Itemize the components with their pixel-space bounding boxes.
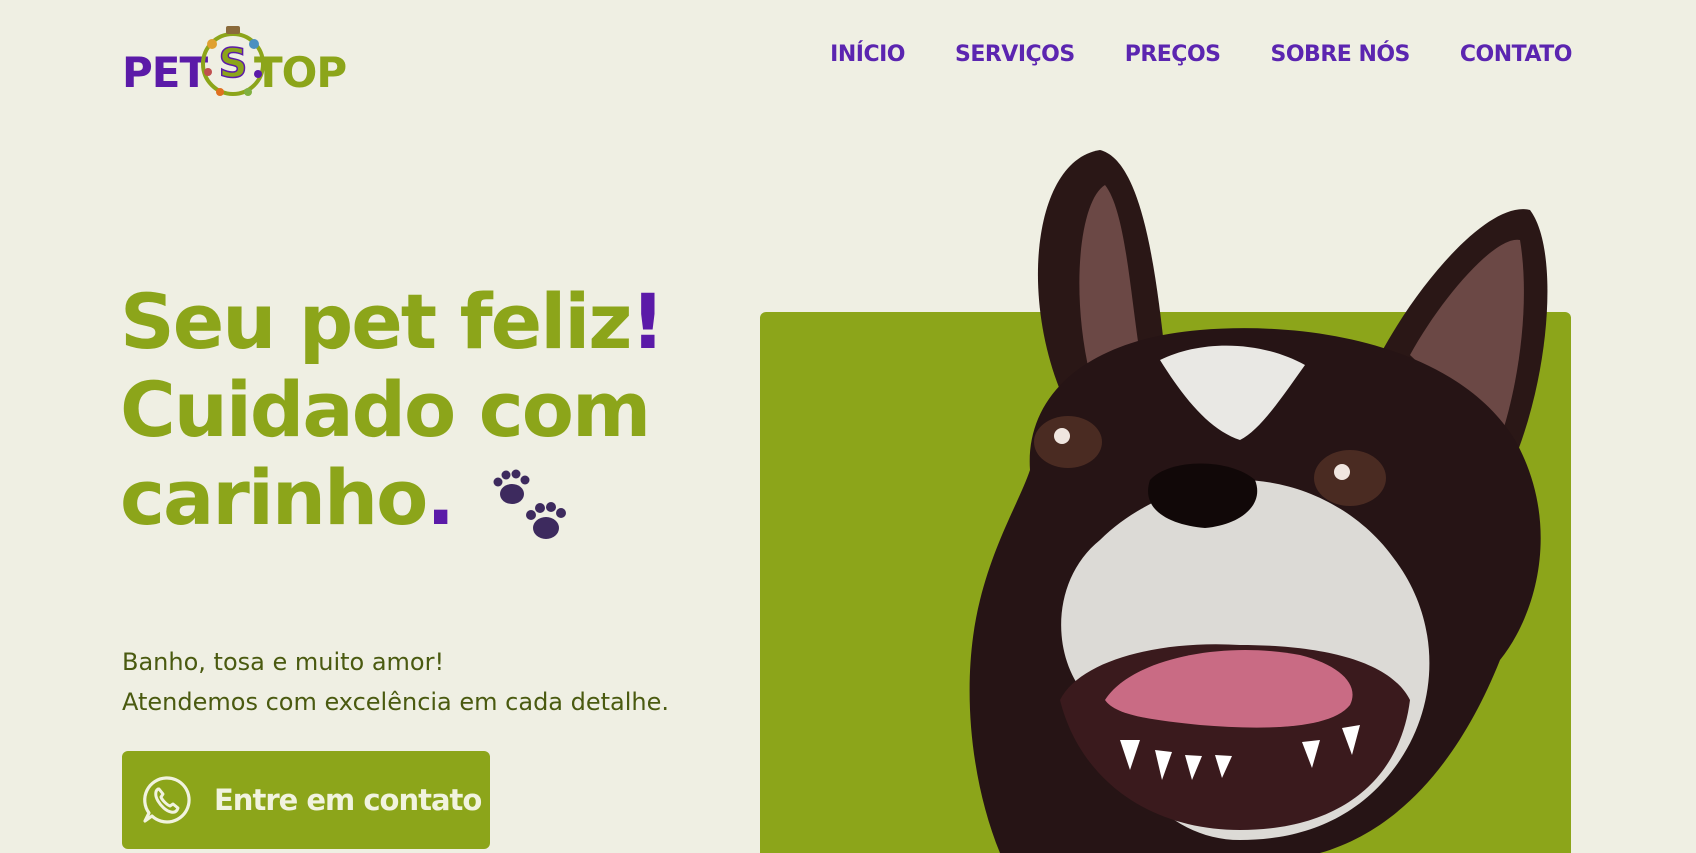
hero-headline: Seu pet feliz! Cuidado com carinho.: [120, 277, 665, 542]
logo[interactable]: PET S TOP: [122, 22, 352, 102]
dog-image: [969, 150, 1548, 853]
headline-line-1: Seu pet feliz!: [120, 277, 665, 366]
headline-line-3: carinho.: [120, 453, 455, 542]
logo-s-letter: S: [219, 41, 248, 87]
paw-prints-icon: [493, 469, 566, 539]
logo-pet-text: PET: [122, 48, 208, 97]
logo-top-text: TOP: [254, 48, 347, 97]
main-nav: INÍCIO SERVIÇOS PREÇOS SOBRE NÓS CONTATO: [830, 42, 1572, 67]
nav-item-contato[interactable]: CONTATO: [1460, 42, 1573, 67]
nav-item-precos[interactable]: PREÇOS: [1125, 42, 1221, 67]
nav-item-inicio[interactable]: INÍCIO: [830, 42, 905, 67]
headline-line-2: Cuidado com: [120, 365, 651, 454]
subtext-line-1: Banho, tosa e muito amor!: [122, 648, 445, 676]
nav-item-sobre-nos[interactable]: SOBRE NÓS: [1271, 42, 1411, 67]
whatsapp-icon: [143, 776, 191, 824]
contact-button[interactable]: Entre em contato: [122, 751, 490, 849]
hero-subtext: Banho, tosa e muito amor! Atendemos com …: [122, 642, 669, 722]
nav-item-servicos[interactable]: SERVIÇOS: [955, 42, 1075, 67]
subtext-line-2: Atendemos com excelência em cada detalhe…: [122, 688, 670, 716]
contact-button-label: Entre em contato: [214, 783, 482, 817]
